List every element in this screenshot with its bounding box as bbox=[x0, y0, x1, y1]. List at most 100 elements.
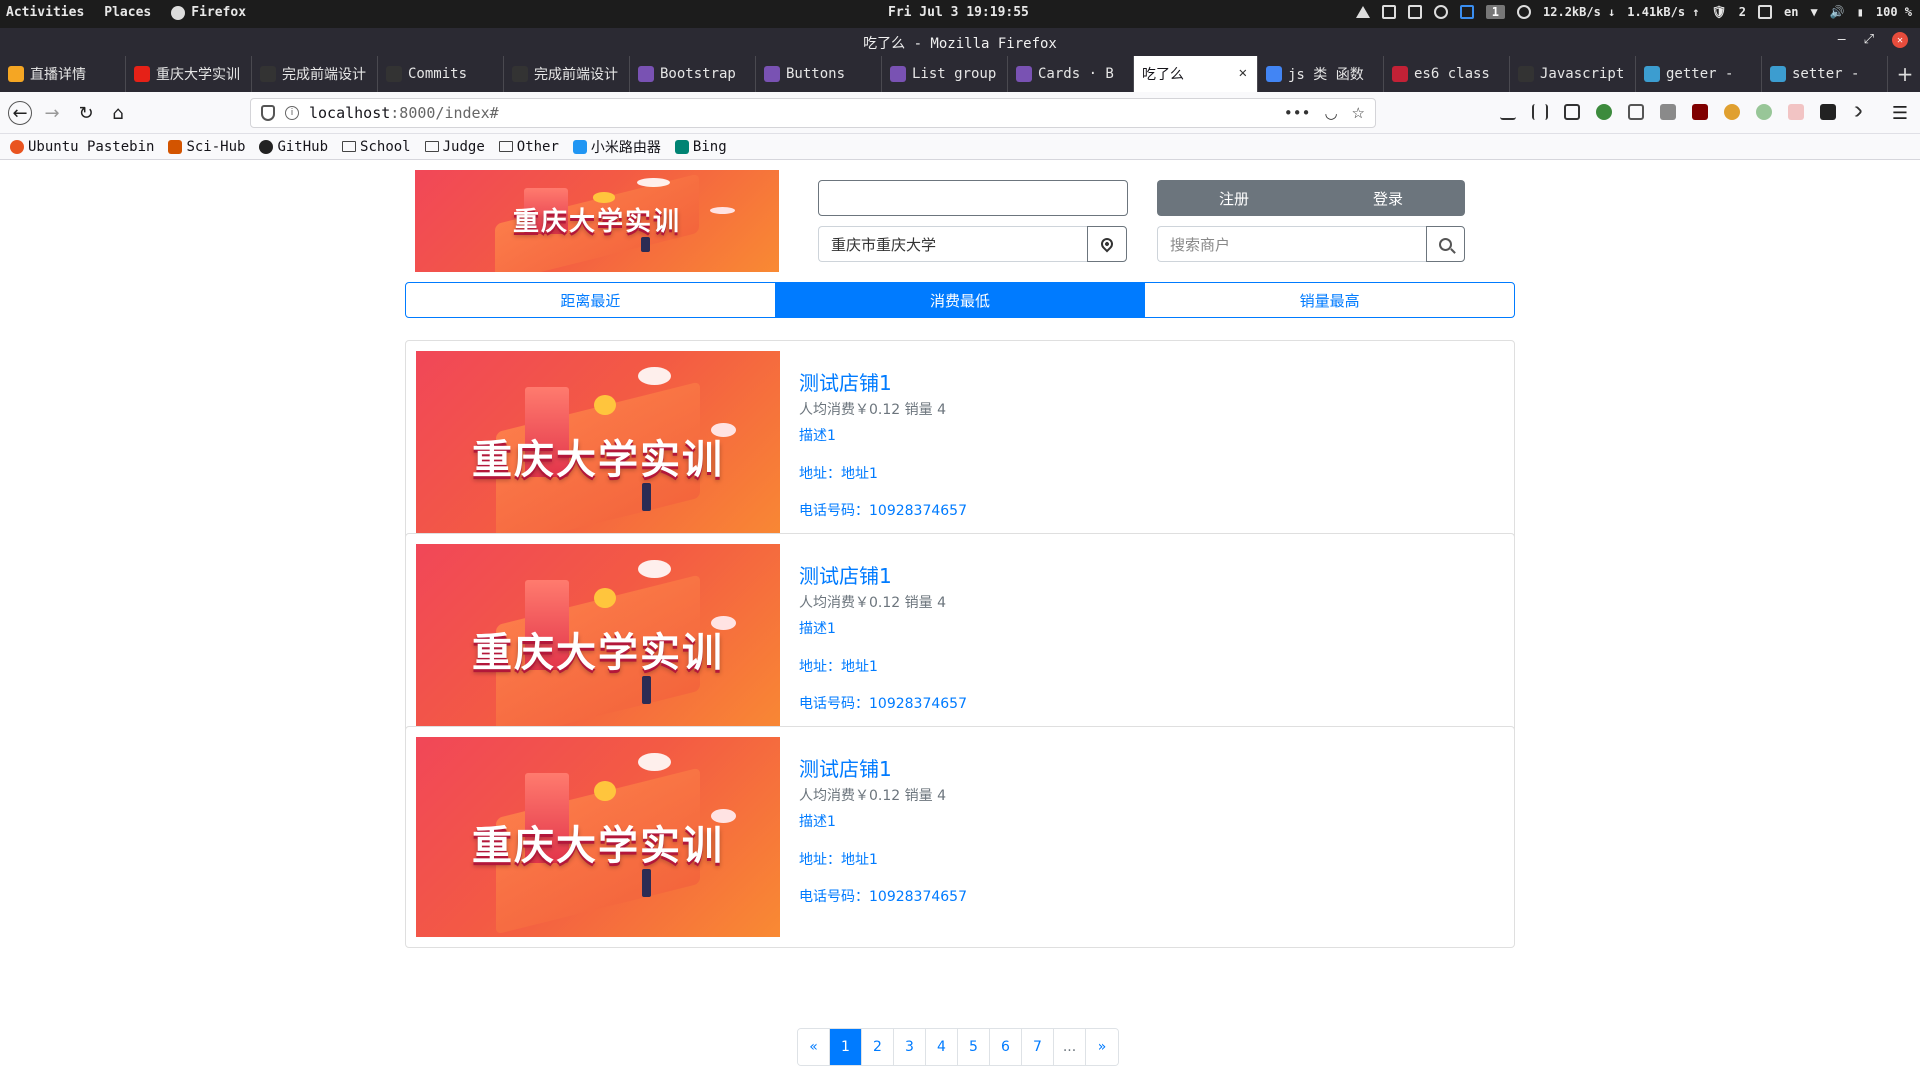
extension-badge-icon[interactable] bbox=[1724, 104, 1740, 120]
sort-button[interactable]: 销量最高 bbox=[1145, 283, 1514, 317]
shop-image[interactable]: 重庆大学实训 bbox=[416, 737, 780, 937]
close-tab-icon[interactable]: ✕ bbox=[1239, 65, 1247, 81]
tab[interactable]: List group bbox=[882, 56, 1008, 92]
search-button[interactable] bbox=[1426, 226, 1465, 262]
hamburger-menu-icon[interactable]: ☰ bbox=[1888, 101, 1912, 125]
maximize-icon[interactable]: ⤢ bbox=[1864, 32, 1874, 48]
site-info-icon[interactable]: i bbox=[285, 106, 299, 120]
shop-name[interactable]: 测试店铺1 bbox=[799, 367, 892, 396]
tab[interactable]: es6 class bbox=[1384, 56, 1510, 92]
shield-icon[interactable]: 🛡 bbox=[1712, 5, 1727, 19]
devtools-icon[interactable] bbox=[1628, 104, 1644, 120]
url-text[interactable]: localhost:8000/index# bbox=[309, 104, 499, 122]
pocket-icon[interactable]: ◡ bbox=[1324, 104, 1337, 122]
page-button[interactable]: 1 bbox=[830, 1029, 862, 1065]
translate-icon[interactable] bbox=[1788, 104, 1804, 120]
keyboard-layout[interactable]: en bbox=[1784, 5, 1798, 19]
extension-mask-icon[interactable] bbox=[1820, 104, 1836, 120]
page-button[interactable]: 6 bbox=[990, 1029, 1022, 1065]
tracking-shield-icon[interactable] bbox=[261, 105, 275, 121]
page-actions-icon[interactable]: ••• bbox=[1284, 104, 1311, 122]
app-menu[interactable]: Firefox bbox=[171, 5, 246, 20]
bookmark-item[interactable]: Bing bbox=[674, 139, 727, 155]
home-button[interactable]: ⌂ bbox=[106, 101, 130, 125]
sidebar-icon[interactable] bbox=[1564, 104, 1580, 120]
battery-icon[interactable]: ▮ bbox=[1857, 5, 1864, 19]
tab[interactable]: Bootstrap bbox=[630, 56, 756, 92]
bookmark-item[interactable]: GitHub bbox=[259, 139, 328, 155]
tab[interactable]: getter - bbox=[1636, 56, 1762, 92]
page-next-button[interactable]: » bbox=[1086, 1029, 1118, 1065]
chat-icon[interactable] bbox=[1459, 5, 1474, 19]
reload-button[interactable]: ↻ bbox=[74, 101, 98, 125]
dropbox-icon[interactable] bbox=[1381, 5, 1396, 19]
shop-search-input[interactable]: 搜索商户 bbox=[1157, 226, 1427, 262]
location-input[interactable]: 重庆市重庆大学 bbox=[818, 226, 1088, 262]
shop-card[interactable]: 重庆大学实训 测试店铺1 人均消费￥0.12 销量 4 描述1 地址：地址1 电话号码：1… bbox=[405, 340, 1515, 562]
places-menu[interactable]: Places bbox=[104, 5, 151, 20]
extension-globe-icon[interactable] bbox=[1596, 104, 1612, 120]
tab[interactable]: setter - bbox=[1762, 56, 1888, 92]
activities-button[interactable]: Activities bbox=[6, 5, 84, 20]
telegram-icon[interactable] bbox=[1355, 6, 1370, 18]
page-prev-button[interactable]: « bbox=[798, 1029, 830, 1065]
bookmark-item[interactable]: 小米路由器 bbox=[572, 137, 661, 157]
tab[interactable]: 完成前端设计 bbox=[504, 56, 630, 92]
clipboard-icon[interactable] bbox=[1758, 5, 1772, 19]
shop-name[interactable]: 测试店铺1 bbox=[799, 753, 892, 782]
workspace-indicator[interactable]: 1 bbox=[1485, 5, 1506, 19]
notes-icon[interactable] bbox=[1407, 5, 1422, 19]
extension-circle-icon[interactable] bbox=[1756, 104, 1772, 120]
bookmark-item[interactable]: Judge bbox=[424, 139, 485, 155]
locate-button[interactable] bbox=[1087, 226, 1127, 262]
tab[interactable]: Buttons bbox=[756, 56, 882, 92]
vpn-icon[interactable] bbox=[1433, 5, 1448, 19]
tab[interactable]: Commits bbox=[378, 56, 504, 92]
login-button[interactable]: 登录 bbox=[1311, 180, 1465, 216]
username-input[interactable] bbox=[818, 180, 1128, 216]
tab[interactable]: 重庆大学实训 bbox=[126, 56, 252, 92]
page-button[interactable]: 4 bbox=[926, 1029, 958, 1065]
shop-image[interactable]: 重庆大学实训 bbox=[416, 351, 780, 551]
close-window-icon[interactable]: ✕ bbox=[1892, 32, 1908, 48]
sort-button[interactable]: 消费最低 bbox=[775, 283, 1146, 317]
shop-image[interactable]: 重庆大学实训 bbox=[416, 544, 780, 744]
tab[interactable]: js 类 函数 bbox=[1258, 56, 1384, 92]
shop-image-text: 重庆大学实训 bbox=[472, 630, 724, 676]
page-button[interactable]: 2 bbox=[862, 1029, 894, 1065]
page-button[interactable]: 5 bbox=[958, 1029, 990, 1065]
tab-active[interactable]: 吃了么 ✕ bbox=[1134, 56, 1258, 92]
tab[interactable]: Javascript bbox=[1510, 56, 1636, 92]
downloads-icon[interactable] bbox=[1500, 104, 1516, 120]
overflow-chevron-icon[interactable] bbox=[1850, 105, 1863, 118]
site-logo-banner[interactable]: 重庆大学实训 bbox=[415, 170, 779, 272]
page-button[interactable]: 7 bbox=[1022, 1029, 1054, 1065]
minimize-icon[interactable]: – bbox=[1838, 32, 1846, 48]
page-button[interactable]: 3 bbox=[894, 1029, 926, 1065]
ublock-icon[interactable] bbox=[1692, 104, 1708, 120]
bookmark-item[interactable]: Other bbox=[498, 139, 559, 155]
bookmark-item[interactable]: Ubuntu Pastebin bbox=[10, 139, 154, 155]
sort-button[interactable]: 距离最近 bbox=[406, 283, 776, 317]
tab[interactable]: 完成前端设计 bbox=[252, 56, 378, 92]
shop-card[interactable]: 重庆大学实训 测试店铺1 人均消费￥0.12 销量 4 描述1 地址：地址1 电话号码：1… bbox=[405, 533, 1515, 755]
back-button[interactable]: ← bbox=[8, 101, 32, 125]
tab[interactable]: 直播详情 bbox=[0, 56, 126, 92]
library-icon[interactable] bbox=[1532, 104, 1548, 120]
bookmark-star-icon[interactable]: ☆ bbox=[1352, 104, 1365, 122]
new-tab-button[interactable]: + bbox=[1890, 56, 1920, 92]
proxy-icon[interactable] bbox=[1517, 5, 1532, 19]
volume-icon[interactable]: 🔊 bbox=[1830, 5, 1845, 19]
forward-button[interactable]: → bbox=[40, 101, 64, 125]
register-button[interactable]: 注册 bbox=[1157, 180, 1311, 216]
bookmark-item[interactable]: School bbox=[342, 139, 411, 155]
shop-name[interactable]: 测试店铺1 bbox=[799, 560, 892, 589]
clock[interactable]: Fri Jul 3 19:19:55 bbox=[888, 5, 1029, 20]
shop-card[interactable]: 重庆大学实训 测试店铺1 人均消费￥0.12 销量 4 描述1 地址：地址1 电话号码：1… bbox=[405, 726, 1515, 948]
bookmark-item[interactable]: Sci-Hub bbox=[168, 139, 245, 155]
url-bar[interactable]: i localhost:8000/index# ••• ◡ ☆ bbox=[250, 98, 1376, 128]
wifi-icon[interactable]: ▼ bbox=[1810, 5, 1817, 19]
tab[interactable]: Cards · B bbox=[1008, 56, 1134, 92]
extension-puzzle-icon[interactable] bbox=[1660, 104, 1676, 120]
bookmark-label: School bbox=[360, 138, 411, 155]
